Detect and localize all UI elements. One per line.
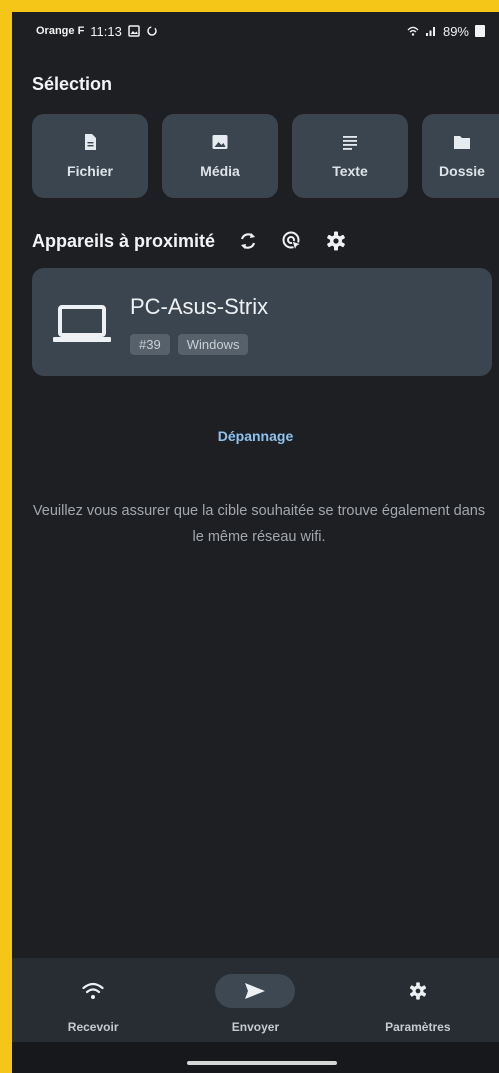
nav-receive-pill bbox=[53, 974, 133, 1008]
file-button-label: Fichier bbox=[67, 163, 113, 179]
image-notification-icon bbox=[128, 25, 140, 37]
app-screen: Orange F 11:13 89% Sélection Fichier Méd… bbox=[12, 12, 499, 1073]
text-button-label: Texte bbox=[332, 163, 368, 179]
device-tags: #39 Windows bbox=[130, 334, 249, 355]
status-bar: Orange F 11:13 89% bbox=[12, 12, 499, 50]
battery-icon bbox=[475, 25, 485, 37]
scan-icon[interactable] bbox=[281, 230, 303, 252]
nav-receive[interactable]: Recevoir bbox=[18, 958, 168, 1034]
file-icon bbox=[85, 134, 96, 150]
send-icon bbox=[245, 983, 266, 999]
nav-send-pill bbox=[215, 974, 296, 1008]
folder-button-label: Dossie bbox=[439, 163, 485, 179]
selection-buttons: Fichier Média Texte Dossie bbox=[32, 114, 499, 198]
nav-settings-label: Paramètres bbox=[385, 1020, 451, 1034]
home-indicator[interactable] bbox=[187, 1061, 337, 1065]
nav-send[interactable]: Envoyer bbox=[180, 958, 330, 1034]
folder-button[interactable]: Dossie bbox=[422, 114, 499, 198]
system-nav-area bbox=[12, 1042, 499, 1073]
laptop-icon bbox=[53, 305, 111, 342]
device-id-badge: #39 bbox=[130, 334, 170, 355]
settings-icon[interactable] bbox=[325, 230, 347, 252]
nav-send-label: Envoyer bbox=[231, 1020, 280, 1034]
image-icon bbox=[212, 135, 228, 149]
nearby-devices-header: Appareils à proximité bbox=[32, 226, 347, 256]
media-button-label: Média bbox=[200, 163, 240, 179]
selection-title: Sélection bbox=[32, 74, 113, 94]
nav-receive-label: Recevoir bbox=[67, 1020, 119, 1034]
clock: 11:13 bbox=[90, 23, 122, 39]
network-hint: Veuillez vous assurer que la cible souha… bbox=[32, 503, 486, 545]
nearby-devices-title: Appareils à proximité bbox=[32, 230, 216, 251]
bottom-navigation: Recevoir Envoyer Paramètres bbox=[12, 958, 499, 1042]
media-button[interactable]: Média bbox=[162, 114, 278, 198]
signal-icon bbox=[425, 27, 435, 36]
battery-percent: 89% bbox=[442, 23, 469, 39]
wifi-calling-icon bbox=[407, 26, 419, 36]
text-icon bbox=[343, 136, 357, 150]
nav-settings-pill bbox=[378, 974, 458, 1008]
wifi-icon bbox=[82, 982, 104, 999]
device-card[interactable]: PC-Asus-Strix #39 Windows bbox=[32, 268, 492, 376]
nav-settings[interactable]: Paramètres bbox=[343, 958, 493, 1034]
sync-notification-icon bbox=[147, 26, 157, 36]
device-name: PC-Asus-Strix bbox=[130, 294, 269, 319]
troubleshoot-link[interactable]: Dépannage bbox=[12, 428, 499, 444]
carrier-label: Orange F bbox=[36, 25, 85, 37]
folder-icon bbox=[454, 136, 470, 149]
text-button[interactable]: Texte bbox=[292, 114, 408, 198]
refresh-icon[interactable] bbox=[237, 230, 259, 252]
file-button[interactable]: Fichier bbox=[32, 114, 148, 198]
device-os-badge: Windows bbox=[177, 334, 249, 355]
gear-icon bbox=[409, 982, 426, 1000]
